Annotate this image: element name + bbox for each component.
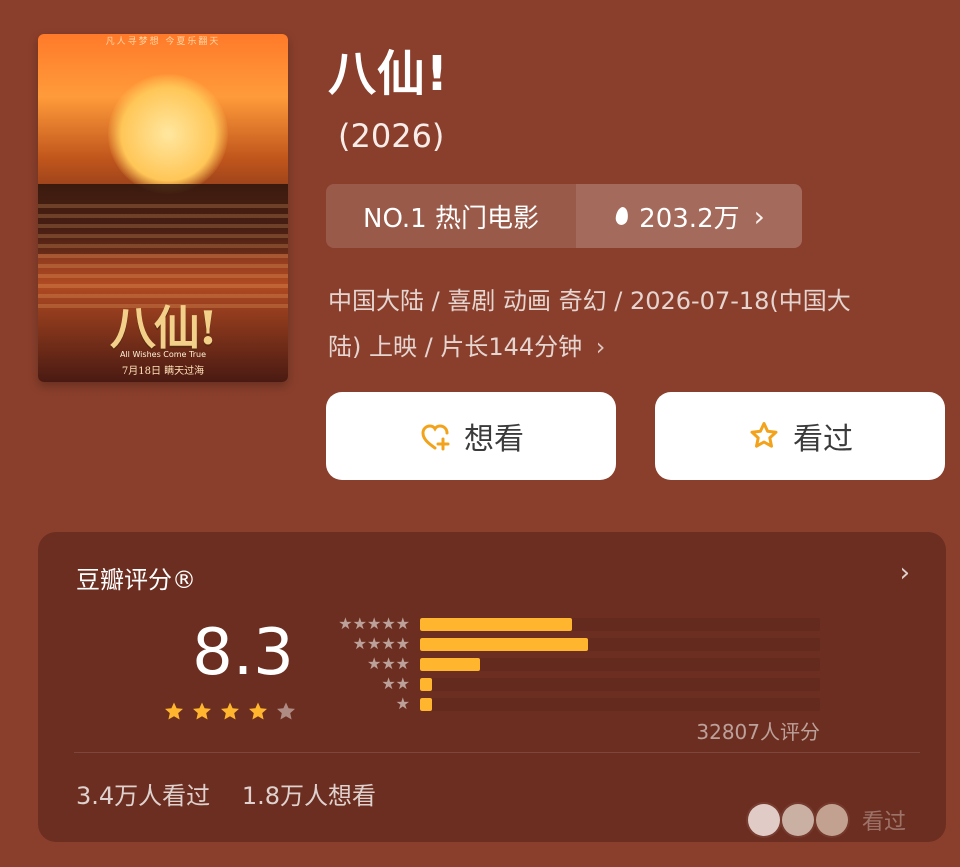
rating-row-stars: ★ bbox=[395, 694, 410, 713]
rating-bar-track bbox=[420, 618, 820, 631]
star-icon bbox=[218, 700, 242, 724]
rating-bar-fill bbox=[420, 618, 572, 631]
watch-stats: 3.4万人看过 1.8万人想看 bbox=[76, 776, 400, 811]
rating-distribution: ★★★★★ ★★★★ ★★★ ★★ ★ bbox=[320, 616, 840, 726]
star-icon bbox=[190, 700, 214, 724]
footer-want-count: 1.8万人想看 bbox=[241, 782, 376, 810]
star-outline-icon bbox=[747, 419, 781, 453]
rating-bar-track bbox=[420, 638, 820, 651]
heat-indicator[interactable]: 203.2万 › bbox=[576, 184, 802, 248]
rating-row-4: ★★★★ bbox=[320, 634, 820, 653]
rating-bar-fill bbox=[420, 658, 480, 671]
chevron-right-icon: › bbox=[595, 333, 606, 361]
rating-row-stars: ★★★ bbox=[366, 654, 410, 673]
rating-count: 32807人评分 bbox=[696, 720, 820, 744]
poster-tagline: 凡人寻梦想 今夏乐翻天 bbox=[105, 37, 221, 47]
rating-row-stars: ★★ bbox=[381, 674, 410, 693]
movie-meta[interactable]: 中国大陆 / 喜剧 动画 奇幻 / 2026-07-18(中国大 陆) 上映 /… bbox=[328, 278, 928, 370]
poster-sun bbox=[108, 74, 228, 194]
chevron-right-icon: › bbox=[753, 199, 765, 233]
divider bbox=[74, 752, 920, 753]
meta-line-2-wrap: 陆) 上映 / 片长144分钟 › bbox=[328, 324, 928, 370]
rank-label[interactable]: NO.1 热门电影 bbox=[326, 184, 576, 248]
rating-bar-track bbox=[420, 658, 820, 671]
rating-bar-track bbox=[420, 678, 820, 691]
rank-pill[interactable]: NO.1 热门电影 203.2万 › bbox=[326, 184, 802, 248]
poster-subtitle: All Wishes Come True bbox=[119, 350, 207, 359]
want-to-watch-button[interactable]: 想看 bbox=[326, 392, 616, 480]
rating-bar-fill bbox=[420, 698, 432, 711]
meta-line-2: 陆) 上映 / 片长144分钟 bbox=[328, 333, 583, 361]
star-icon bbox=[162, 700, 186, 724]
rating-bar-track bbox=[420, 698, 820, 711]
rating-score: 8.3 bbox=[192, 616, 294, 690]
movie-title: 八仙! bbox=[328, 46, 449, 102]
heat-value: 203.2万 bbox=[639, 203, 740, 234]
avatar bbox=[745, 802, 782, 838]
watched-button[interactable]: 看过 bbox=[655, 392, 945, 480]
poster-logo: 八仙! bbox=[109, 301, 218, 355]
rating-bar-fill bbox=[420, 678, 432, 691]
rating-row-2: ★★ bbox=[320, 674, 820, 693]
want-label: 想看 bbox=[464, 422, 524, 457]
rating-bar-fill bbox=[420, 638, 588, 651]
rating-row-stars: ★★★★ bbox=[352, 634, 410, 653]
avatar bbox=[779, 802, 816, 838]
footer-seen-count: 3.4万人看过 bbox=[76, 782, 211, 810]
seen-label: 看过 bbox=[793, 422, 853, 457]
star-icon bbox=[274, 700, 298, 724]
friends-avatars[interactable]: 看过 bbox=[745, 802, 906, 838]
rating-card[interactable]: 豆瓣评分® › 8.3 ★★★★★ ★★★★ ★★★ ★★ ★ 32807人评分… bbox=[38, 532, 946, 842]
poster-release-line: 7月18日 瞒天过海 bbox=[121, 366, 205, 377]
star-icon bbox=[246, 700, 270, 724]
meta-line-1: 中国大陆 / 喜剧 动画 奇幻 / 2026-07-18(中国大 bbox=[328, 287, 851, 315]
heart-plus-icon bbox=[418, 419, 452, 453]
movie-year: (2026) bbox=[338, 117, 445, 155]
rating-row-5: ★★★★★ bbox=[320, 614, 820, 633]
fire-icon bbox=[613, 205, 631, 227]
avatar bbox=[813, 802, 850, 838]
rating-row-3: ★★★ bbox=[320, 654, 820, 673]
rating-stars bbox=[162, 700, 298, 728]
rating-row-1: ★ bbox=[320, 694, 820, 713]
chevron-right-icon[interactable]: › bbox=[900, 558, 910, 588]
rating-row-stars: ★★★★★ bbox=[338, 614, 410, 633]
avatars-label: 看过 bbox=[861, 810, 906, 835]
rating-label: 豆瓣评分® bbox=[76, 566, 196, 594]
movie-poster[interactable]: 凡人寻梦想 今夏乐翻天 八仙! All Wishes Come True 7月1… bbox=[38, 34, 288, 382]
